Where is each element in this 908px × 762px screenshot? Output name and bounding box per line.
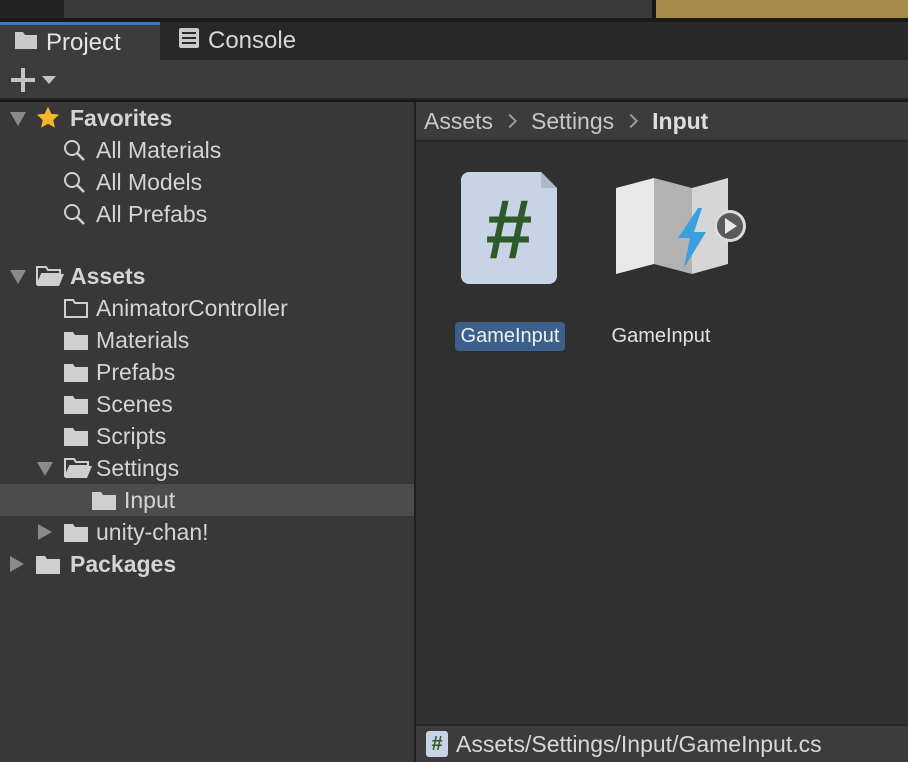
breadcrumb-item-current[interactable]: Input — [652, 108, 708, 135]
tree-folder[interactable]: Prefabs — [0, 356, 414, 388]
breadcrumb: Assets Settings Input — [416, 102, 908, 142]
favorite-label: All Materials — [96, 136, 222, 163]
assets-label: Assets — [70, 262, 146, 289]
tree-folder-unity-chan[interactable]: unity-chan! — [0, 516, 414, 548]
tree-favorites[interactable]: Favorites — [0, 102, 414, 134]
asset-grid: # GameInput GameInput — [416, 142, 908, 724]
favorites-label: Favorites — [70, 104, 173, 131]
asset-label: GameInput — [445, 322, 575, 351]
favorite-label: All Prefabs — [96, 200, 208, 227]
folder-open-icon — [63, 456, 93, 486]
tab-bar: Project Console — [0, 22, 908, 60]
folder-empty-icon — [63, 297, 89, 325]
asset-label: GameInput — [596, 322, 726, 351]
expand-arrow-icon[interactable] — [37, 462, 53, 476]
folder-icon — [63, 361, 89, 389]
chevron-right-icon — [624, 113, 639, 129]
input-actions-icon — [606, 172, 746, 284]
hash-glyph: # — [486, 182, 533, 276]
tab-project[interactable]: Project — [0, 22, 160, 60]
folder-icon — [91, 489, 117, 517]
search-icon — [63, 139, 87, 169]
folder-icon — [63, 393, 89, 421]
project-tree: Favorites All Materials All Models All P… — [0, 102, 414, 762]
collapse-arrow-icon[interactable] — [10, 556, 24, 572]
top-strip-left — [0, 0, 64, 18]
plus-icon — [10, 67, 36, 93]
asset-label-text: GameInput — [454, 322, 566, 351]
status-bar: # Assets/Settings/Input/GameInput.cs — [416, 724, 908, 762]
tree-folder-settings[interactable]: Settings — [0, 452, 414, 484]
folder-label: Materials — [96, 326, 190, 353]
console-icon — [178, 27, 200, 56]
star-icon — [35, 105, 61, 137]
tree-packages[interactable]: Packages — [0, 548, 414, 580]
folder-label: Input — [124, 486, 176, 513]
tree-folder[interactable]: Scenes — [0, 388, 414, 420]
folder-icon — [63, 329, 89, 357]
tree-folder-input[interactable]: Input — [0, 484, 414, 516]
expand-arrow-icon[interactable] — [10, 270, 26, 284]
search-icon — [63, 203, 87, 233]
toolbar — [0, 60, 908, 100]
tree-folder[interactable]: Materials — [0, 324, 414, 356]
caret-down-icon — [42, 76, 56, 84]
tree-folder[interactable]: Scripts — [0, 420, 414, 452]
folder-icon — [63, 521, 89, 549]
tree-folder[interactable]: AnimatorController — [0, 292, 414, 324]
top-strip-center — [64, 0, 652, 18]
breadcrumb-item[interactable]: Settings — [531, 108, 614, 135]
packages-label: Packages — [70, 550, 177, 577]
tab-console-label: Console — [208, 27, 297, 54]
folder-label: AnimatorController — [96, 294, 288, 321]
hash-glyph: # — [431, 732, 443, 755]
csharp-script-icon: # — [461, 172, 561, 284]
folder-label: Scenes — [96, 390, 173, 417]
folder-label: Settings — [96, 454, 180, 481]
folder-open-icon — [35, 264, 65, 294]
folder-label: Prefabs — [96, 358, 176, 385]
collapse-arrow-icon[interactable] — [38, 524, 52, 540]
top-strip-right — [656, 0, 908, 18]
csharp-script-small-icon: # — [426, 731, 448, 757]
asset-label-text: GameInput — [611, 325, 711, 347]
folder-label: unity-chan! — [96, 518, 209, 545]
selected-asset-path: Assets/Settings/Input/GameInput.cs — [456, 730, 822, 757]
favorite-item[interactable]: All Prefabs — [0, 198, 414, 230]
folder-icon — [14, 29, 38, 57]
tree-assets[interactable]: Assets — [0, 260, 414, 292]
folder-icon — [35, 553, 61, 581]
favorite-item[interactable]: All Models — [0, 166, 414, 198]
search-icon — [63, 171, 87, 201]
favorite-item[interactable]: All Materials — [0, 134, 414, 166]
folder-label: Scripts — [96, 422, 167, 449]
tab-console[interactable]: Console — [160, 22, 310, 60]
expand-arrow-icon[interactable] — [10, 112, 26, 126]
top-strip — [0, 0, 908, 22]
chevron-right-icon — [502, 113, 518, 129]
favorite-label: All Models — [96, 168, 203, 195]
breadcrumb-item[interactable]: Assets — [424, 108, 493, 135]
folder-icon — [63, 425, 89, 453]
create-button[interactable] — [10, 66, 66, 94]
tab-project-label: Project — [46, 28, 121, 56]
